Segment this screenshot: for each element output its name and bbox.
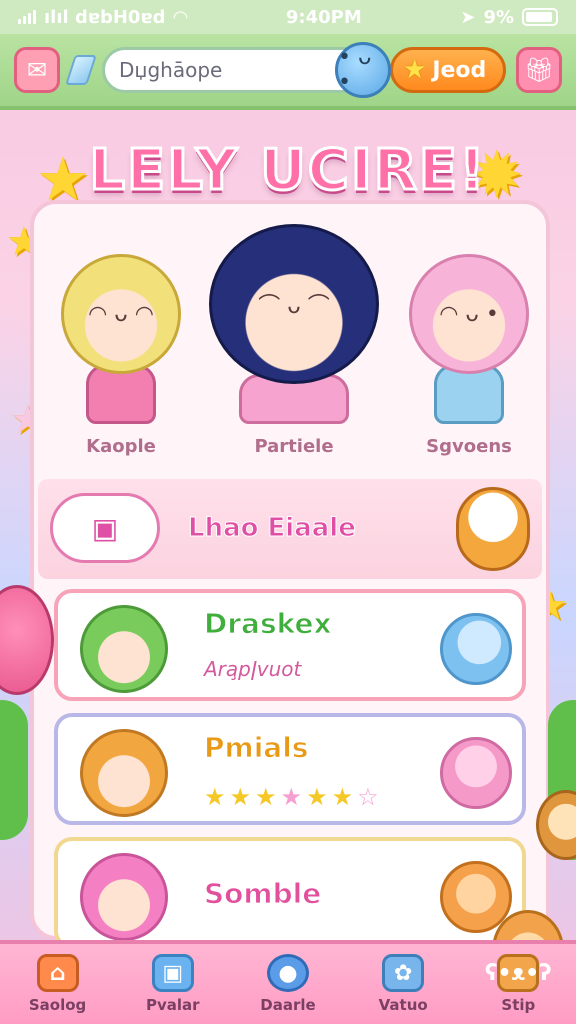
carrier-label: ılıl dɐbH0ɐd xyxy=(44,6,166,28)
character-avatar: ⌒ ᴗ ⌒ xyxy=(209,224,379,384)
star-icon: ★ xyxy=(331,783,354,811)
blob-mascot-icon[interactable]: • ᴗ • xyxy=(335,42,391,98)
banner-title: LELY UCIRE! xyxy=(88,137,487,205)
star-icon: ★ xyxy=(306,783,328,811)
character-avatar: ◠ ᴗ • xyxy=(409,254,529,374)
featured-characters: ◠ ᴗ ◠ Kaople ⌒ ᴗ ⌒ Partiele ◠ ᴗ • Sgvoen… xyxy=(34,224,546,474)
coin-button-label: Jeod xyxy=(432,57,487,83)
character-name: Kaople xyxy=(86,436,156,457)
pink-blob-icon xyxy=(440,737,512,809)
tab-pvalar[interactable]: ▣ Pvalar xyxy=(125,954,221,1014)
feature-banner[interactable]: ▣ Lhao Eiaale xyxy=(38,479,542,579)
tab-label: Vatuo xyxy=(378,996,428,1014)
search-bar[interactable]: • ᴗ • xyxy=(102,42,391,98)
battery-icon xyxy=(522,8,558,26)
gem-icon xyxy=(65,55,97,85)
card-title: Draskex xyxy=(204,607,333,641)
tab-label: Daarle xyxy=(260,996,316,1014)
star-rating: ★ ★ ★ ★ ★ ★ ☆ xyxy=(204,783,379,811)
gift-button[interactable]: 🎁︎ xyxy=(516,47,562,93)
feature-banner-label: Lhao Eiaale xyxy=(188,513,357,544)
status-left: ılıl dɐbH0ɐd ◠ xyxy=(18,7,187,28)
tab-label: Pvalar xyxy=(146,996,200,1014)
star-icon: ★ xyxy=(204,783,226,811)
envelope-icon: ✉ xyxy=(26,56,48,84)
signal-icon xyxy=(18,10,36,24)
tab-daarle[interactable]: ● Daarle xyxy=(240,954,336,1014)
bear-mascot-icon xyxy=(456,487,530,571)
card-title: Somble xyxy=(203,877,322,911)
tab-label: Stip xyxy=(501,996,536,1014)
character-card[interactable]: ◠ ᴗ • Sgvoens xyxy=(394,254,544,457)
bear-icon: ʕ•ᴥ•ʔ xyxy=(485,954,552,992)
paw-icon: ✿ xyxy=(382,954,425,992)
box-icon: ▣ xyxy=(151,954,194,992)
cloud-gift-icon: ▣ xyxy=(50,493,160,563)
status-right: ➤ 9% xyxy=(460,7,558,28)
blob-icon: ● xyxy=(266,954,309,992)
tab-label: Saolog xyxy=(28,996,87,1014)
card-avatar xyxy=(80,729,168,817)
search-input[interactable] xyxy=(119,58,363,82)
list-card[interactable]: Draskex Ara̧pǀvuot xyxy=(54,589,526,701)
card-avatar xyxy=(80,605,168,693)
status-bar: ılıl dɐbH0ɐd ◠ 9:40PM ➤ 9% xyxy=(0,0,576,34)
tab-vatuo[interactable]: ✿ Vatuo xyxy=(355,954,451,1014)
cloud-blob-icon xyxy=(440,613,512,685)
card-subtitle: Ara̧pǀvuot xyxy=(204,657,302,681)
star-icon: ★ xyxy=(255,783,277,811)
tab-saolog[interactable]: ⌂ Saolog xyxy=(10,954,106,1014)
star-icon: ★ xyxy=(229,783,252,811)
battery-percent: 9% xyxy=(483,6,514,28)
wifi-icon: ◠ xyxy=(173,6,188,28)
card-avatar xyxy=(80,853,168,941)
character-card[interactable]: ◠ ᴗ ◠ Kaople xyxy=(46,254,196,457)
character-name: Partiele xyxy=(254,436,334,457)
top-bar: ✉ • ᴗ • ★ Jeod 🎁︎ xyxy=(0,34,576,110)
bush-icon xyxy=(0,700,28,840)
character-name: Sgvoens xyxy=(426,436,512,457)
star-icon: ★ xyxy=(280,783,303,811)
list-card[interactable]: Somble xyxy=(54,837,526,949)
coin-button[interactable]: ★ Jeod xyxy=(390,47,506,93)
main-panel: ◠ ᴗ ◠ Kaople ⌒ ᴗ ⌒ Partiele ◠ ᴗ • Sgvoen… xyxy=(30,200,550,949)
star-icon: ★ xyxy=(403,55,427,85)
character-avatar: ◠ ᴗ ◠ xyxy=(61,254,181,374)
house-icon: ⌂ xyxy=(36,954,79,992)
list-card[interactable]: Pmials ★ ★ ★ ★ ★ ★ ☆ xyxy=(54,713,526,825)
location-icon: ➤ xyxy=(460,6,476,28)
card-title: Pmials xyxy=(203,731,309,765)
star-icon: ☆ xyxy=(357,783,379,811)
envelope-button[interactable]: ✉ xyxy=(14,47,60,93)
tab-bar: ⌂ Saolog ▣ Pvalar ● Daarle ✿ Vatuo ʕ•ᴥ•ʔ… xyxy=(0,940,576,1024)
gift-icon: 🎁︎ xyxy=(523,56,555,84)
character-card[interactable]: ⌒ ᴗ ⌒ Partiele xyxy=(204,224,384,457)
clock: 9:40PM xyxy=(285,6,362,28)
tab-stip[interactable]: ʕ•ᴥ•ʔ Stip xyxy=(470,954,566,1014)
